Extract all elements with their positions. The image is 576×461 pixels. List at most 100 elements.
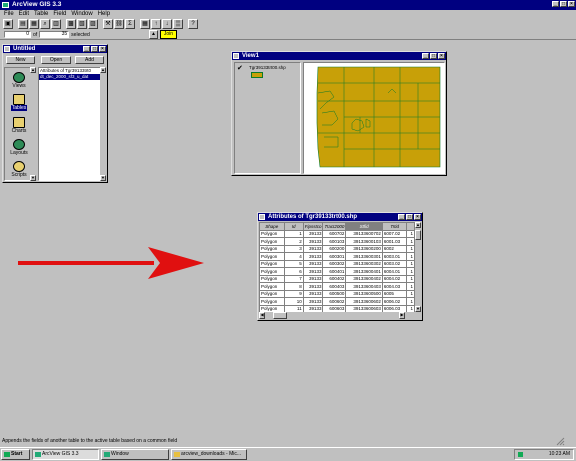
table-cell[interactable]: 600403 bbox=[322, 282, 347, 291]
table-cell[interactable]: Polygon bbox=[259, 267, 285, 276]
table-cell[interactable]: 8 bbox=[283, 282, 304, 291]
pointer-tool-icon[interactable]: ▲ bbox=[149, 30, 158, 39]
open-button[interactable]: Open bbox=[41, 56, 71, 64]
doc-type-scrollbar[interactable]: ▲ ▼ bbox=[30, 67, 36, 181]
column-header-id[interactable]: Id bbox=[283, 222, 304, 231]
document-list-scrollbar[interactable]: ▲ ▼ bbox=[100, 67, 106, 181]
table-cell[interactable]: 39133600403 bbox=[345, 282, 383, 291]
join-icon[interactable]: ⚒ bbox=[103, 19, 113, 29]
table-cell[interactable]: 6006.02 bbox=[381, 297, 408, 306]
table-cell[interactable]: Polygon bbox=[259, 244, 285, 253]
taskbar-item-window[interactable]: Window bbox=[101, 449, 169, 460]
table-cell[interactable]: 39133600200 bbox=[345, 244, 383, 253]
new-button[interactable]: New bbox=[6, 56, 35, 64]
link-icon[interactable]: ⛓ bbox=[114, 19, 124, 29]
table-cell[interactable]: Polygon bbox=[259, 289, 285, 298]
start-button[interactable]: Start bbox=[1, 449, 30, 460]
column-header-trtid[interactable]: Trtid bbox=[381, 222, 408, 231]
table-cell[interactable]: 1 bbox=[406, 289, 415, 298]
scroll-thumb[interactable] bbox=[415, 230, 421, 240]
table-cell[interactable]: Polygon bbox=[259, 252, 285, 261]
add-button[interactable]: Add bbox=[75, 56, 104, 64]
table-cell[interactable]: 39133600103 bbox=[345, 237, 383, 246]
table-cell[interactable]: 7 bbox=[283, 274, 304, 283]
table-cell[interactable]: 39133 bbox=[302, 244, 324, 253]
table-cell[interactable]: 11 bbox=[283, 304, 304, 312]
view-maximize-button[interactable]: □ bbox=[430, 53, 437, 59]
query-icon[interactable]: ▥ bbox=[51, 19, 61, 29]
table-cell[interactable]: 1 bbox=[406, 229, 415, 238]
table-row[interactable]: Polygon 5 39133 600302 39133600302 6003.02 1 bbox=[259, 259, 415, 268]
table-cell[interactable]: 39133 bbox=[302, 267, 324, 276]
table-cell[interactable]: 39133 bbox=[302, 304, 324, 312]
table-row[interactable]: Polygon 4 39133 600301 39133600301 6003.01 1 bbox=[259, 252, 415, 261]
column-header-shape[interactable]: Shape bbox=[259, 222, 285, 231]
table-cell[interactable]: 6006.03 bbox=[381, 304, 408, 312]
view-close-button[interactable]: × bbox=[438, 53, 445, 59]
table-cell[interactable]: 600103 bbox=[322, 237, 347, 246]
taskbar-item-arcview[interactable]: ArcView GIS 3.3 bbox=[32, 449, 99, 460]
sort-descending-icon[interactable]: ↓ bbox=[162, 19, 172, 29]
table-close-button[interactable]: × bbox=[414, 214, 421, 220]
table-cell[interactable]: 1 bbox=[283, 229, 304, 238]
table-cell[interactable]: 1 bbox=[406, 244, 415, 253]
project-maximize-button[interactable]: □ bbox=[91, 46, 98, 52]
table-cell[interactable]: 39133600603 bbox=[345, 304, 383, 312]
calculate-icon[interactable]: ▒ bbox=[173, 19, 183, 29]
scroll-down-icon[interactable]: ▼ bbox=[415, 306, 421, 312]
table-cell[interactable]: 4 bbox=[283, 252, 304, 261]
table-cell[interactable]: 39133600602 bbox=[345, 297, 383, 306]
table-cell[interactable]: 600602 bbox=[322, 297, 347, 306]
table-cell[interactable]: 6004.02 bbox=[381, 274, 408, 283]
close-button[interactable]: × bbox=[568, 1, 575, 7]
table-cell[interactable]: 600702 bbox=[322, 229, 347, 238]
scroll-down-icon[interactable]: ▼ bbox=[30, 175, 36, 181]
table-cell[interactable]: 39133600402 bbox=[345, 274, 383, 283]
table-maximize-button[interactable]: □ bbox=[406, 214, 413, 220]
doc-type-views[interactable]: Views bbox=[6, 72, 32, 93]
table-row[interactable]: Polygon 9 39133 600500 39133600500 6005 1 bbox=[259, 289, 415, 298]
table-row[interactable]: Polygon 11 39133 600603 39133600603 6006.03 1 bbox=[259, 304, 415, 312]
summarize-icon[interactable]: ▦ bbox=[140, 19, 150, 29]
project-minimize-button[interactable]: _ bbox=[83, 46, 90, 52]
table-cell[interactable]: 10 bbox=[283, 297, 304, 306]
help-icon[interactable]: ? bbox=[188, 19, 198, 29]
view-title-bar[interactable]: View1 _ □ × bbox=[232, 52, 446, 60]
table-cell[interactable]: Polygon bbox=[259, 282, 285, 291]
table-vertical-scrollbar[interactable]: ▲ ▼ bbox=[415, 222, 421, 312]
table-minimize-button[interactable]: _ bbox=[398, 214, 405, 220]
scroll-right-icon[interactable]: ▶ bbox=[399, 312, 405, 319]
scroll-left-icon[interactable]: ◀ bbox=[259, 312, 265, 319]
table-cell[interactable]: 6002 bbox=[381, 244, 408, 253]
table-cell[interactable]: 6004.01 bbox=[381, 267, 408, 276]
table-cell[interactable]: 39133 bbox=[302, 297, 324, 306]
table-cell[interactable]: 39133600500 bbox=[345, 289, 383, 298]
menu-field[interactable]: Field bbox=[53, 10, 66, 18]
table-cell[interactable]: 2 bbox=[283, 237, 304, 246]
table-cell[interactable]: 39133600401 bbox=[345, 267, 383, 276]
table-cell[interactable]: 39133600702 bbox=[345, 229, 383, 238]
table-cell[interactable]: 39133 bbox=[302, 259, 324, 268]
table-cell[interactable]: 39133 bbox=[302, 289, 324, 298]
attribute-table-title-bar[interactable]: Attributes of Tgr39133trt00.shp _ □ × bbox=[258, 213, 422, 221]
network-icon[interactable] bbox=[518, 452, 523, 457]
doc-type-tables[interactable]: Tables bbox=[6, 94, 32, 115]
add-table-icon[interactable]: ▤ bbox=[18, 19, 28, 29]
scroll-up-icon[interactable]: ▲ bbox=[30, 67, 36, 73]
column-header-fipsstco[interactable]: Fipsstco bbox=[302, 222, 324, 231]
resize-grip-icon[interactable] bbox=[555, 437, 565, 446]
doc-type-scripts[interactable]: Scripts bbox=[6, 161, 32, 182]
doc-type-layouts[interactable]: Layouts bbox=[6, 139, 32, 160]
table-row[interactable]: Polygon 6 39133 600401 39133600401 6004.01 1 bbox=[259, 267, 415, 276]
find-icon[interactable]: ⌕ bbox=[40, 19, 50, 29]
taskbar-item-downloads[interactable]: arcview_downloads - Mic... bbox=[171, 449, 247, 460]
table-cell[interactable]: 39133600301 bbox=[345, 252, 383, 261]
table-cell[interactable]: 6001.03 bbox=[381, 237, 408, 246]
table-horizontal-scrollbar[interactable]: ◀ ▶ bbox=[259, 312, 415, 319]
menu-help[interactable]: Help bbox=[98, 10, 110, 18]
join-tool-button[interactable]: Join bbox=[160, 30, 177, 39]
table-row[interactable]: Polygon 3 39133 600200 39133600200 6002 1 bbox=[259, 244, 415, 253]
layer-visibility-checkbox[interactable]: ✔ bbox=[237, 65, 243, 72]
minimize-button[interactable]: _ bbox=[552, 1, 559, 7]
table-cell[interactable]: 6004.03 bbox=[381, 282, 408, 291]
